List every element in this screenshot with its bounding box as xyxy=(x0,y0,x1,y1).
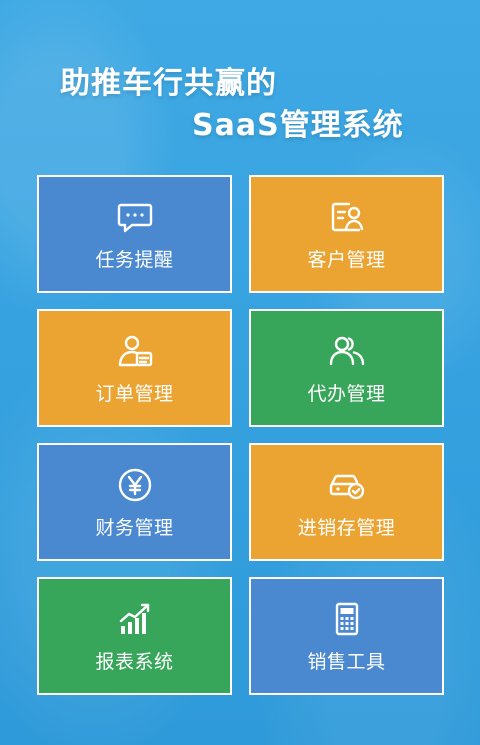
tile-customer-management[interactable]: 客户管理 xyxy=(249,175,444,293)
user-document-icon xyxy=(115,331,155,371)
car-check-icon xyxy=(327,465,367,505)
tile-order-management[interactable]: 订单管理 xyxy=(37,309,232,427)
calculator-icon xyxy=(327,599,367,639)
tile-inventory-management[interactable]: 进销存管理 xyxy=(249,443,444,561)
tile-label: 客户管理 xyxy=(307,248,386,271)
headline: 助推车行共赢的 SaaS管理系统 xyxy=(0,0,480,160)
users-icon xyxy=(327,331,367,371)
tile-label: 任务提醒 xyxy=(95,248,174,271)
tile-finance-management[interactable]: 财务管理 xyxy=(37,443,232,561)
chat-bubble-icon xyxy=(115,197,155,237)
tile-agency-management[interactable]: 代办管理 xyxy=(249,309,444,427)
tile-report-system[interactable]: 报表系统 xyxy=(37,577,232,695)
tile-label: 报表系统 xyxy=(95,650,174,673)
headline-line-1: 助推车行共赢的 xyxy=(60,66,277,101)
tile-label: 进销存管理 xyxy=(297,516,396,539)
tile-label: 销售工具 xyxy=(307,650,386,673)
bar-chart-icon xyxy=(115,599,155,639)
tile-label: 订单管理 xyxy=(95,382,174,405)
headline-line-2: SaaS管理系统 xyxy=(192,108,404,143)
yen-icon xyxy=(115,465,155,505)
feature-grid: 任务提醒 客户管理 订单管理 代办管理 财务管理 进销存管理 报表系统 销售工具 xyxy=(37,175,444,695)
tile-label: 财务管理 xyxy=(95,516,174,539)
tile-task-reminder[interactable]: 任务提醒 xyxy=(37,175,232,293)
tile-sales-tools[interactable]: 销售工具 xyxy=(249,577,444,695)
customer-card-icon xyxy=(327,197,367,237)
tile-label: 代办管理 xyxy=(307,382,386,405)
